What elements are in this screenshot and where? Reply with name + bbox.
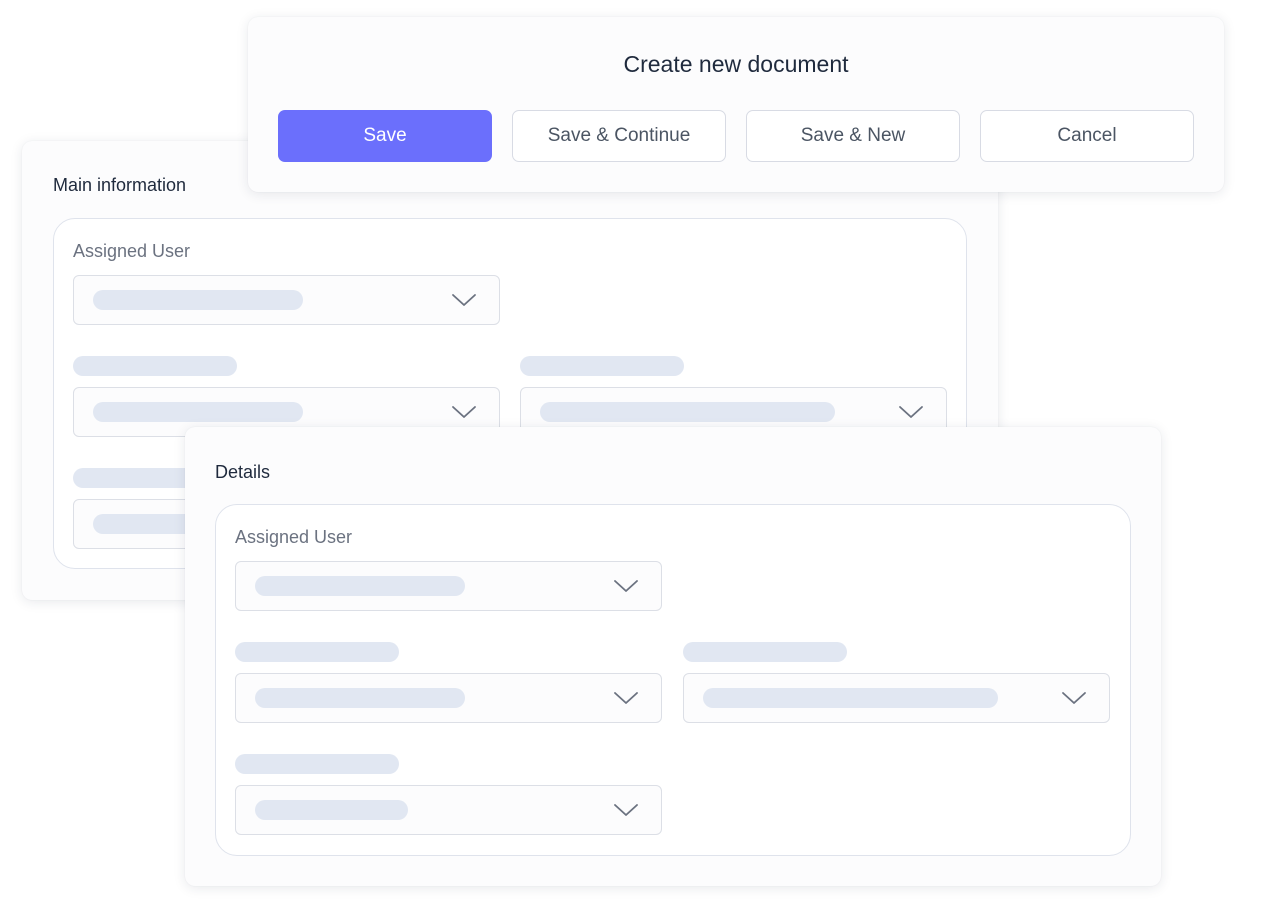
field-label-placeholder — [520, 356, 684, 376]
chevron-down-icon — [614, 804, 638, 816]
dialog-title: Create new document — [623, 51, 849, 77]
details-title: Details — [215, 462, 271, 482]
placeholder-value — [703, 688, 998, 708]
placeholder-value — [93, 402, 303, 422]
field-label-placeholder — [235, 642, 399, 662]
placeholder-value — [255, 576, 465, 596]
field-label-placeholder — [73, 356, 237, 376]
dropdown-select[interactable] — [235, 673, 662, 723]
save-and-new-button[interactable]: Save & New — [746, 110, 960, 162]
chevron-down-icon — [899, 406, 923, 418]
dropdown-select[interactable] — [683, 673, 1110, 723]
placeholder-value — [540, 402, 835, 422]
assigned-user-label: Assigned User — [235, 527, 353, 547]
dropdown-select[interactable] — [235, 785, 662, 835]
chevron-down-icon — [452, 294, 476, 306]
chevron-down-icon — [614, 580, 638, 592]
chevron-down-icon — [1062, 692, 1086, 704]
chevron-down-icon — [452, 406, 476, 418]
details-form: Assigned User — [215, 504, 1131, 856]
create-document-dialog: Create new document Save Save & Continue… — [248, 17, 1224, 192]
details-panel: Details Assigned User — [185, 427, 1161, 886]
cancel-button[interactable]: Cancel — [980, 110, 1194, 162]
main-information-title: Main information — [53, 175, 187, 195]
placeholder-value — [255, 800, 408, 820]
save-button[interactable]: Save — [278, 110, 492, 162]
assigned-user-select[interactable] — [73, 275, 500, 325]
field-label-placeholder — [235, 754, 399, 774]
assigned-user-label: Assigned User — [73, 241, 191, 261]
placeholder-value — [255, 688, 465, 708]
save-and-continue-button[interactable]: Save & Continue — [512, 110, 726, 162]
placeholder-value — [93, 290, 303, 310]
assigned-user-select[interactable] — [235, 561, 662, 611]
chevron-down-icon — [614, 692, 638, 704]
field-label-placeholder — [683, 642, 847, 662]
